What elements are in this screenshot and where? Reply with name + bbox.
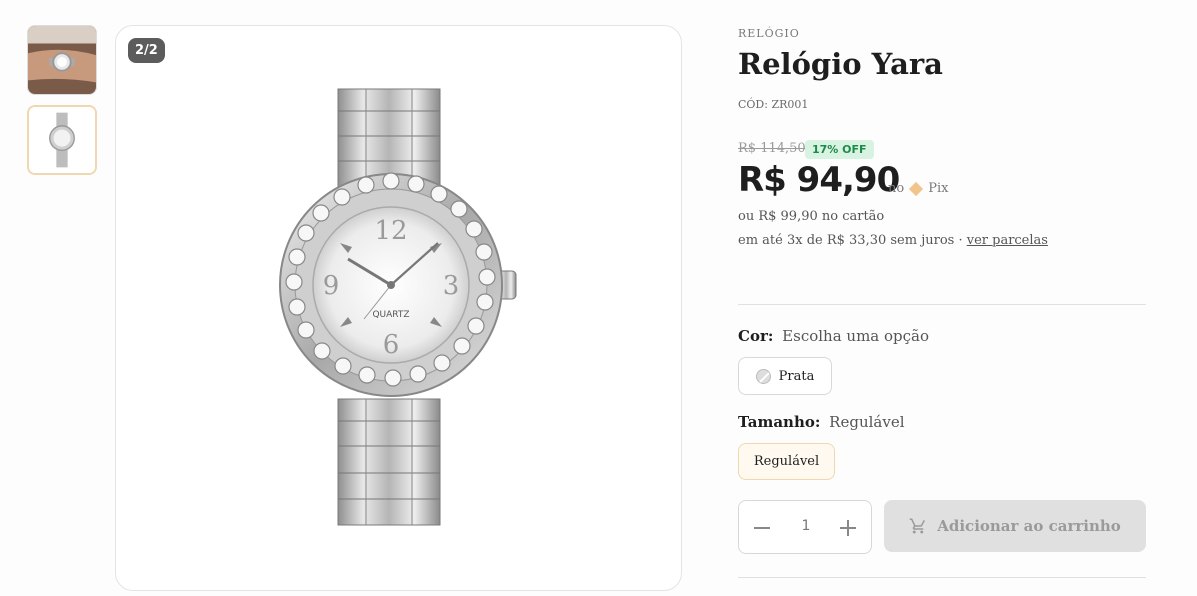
dial-numeral-3: 3 <box>443 271 460 301</box>
pix-text: Pix <box>928 181 949 196</box>
product-sku: CÓD: ZR001 <box>738 98 809 111</box>
divider <box>738 304 1146 305</box>
watch-image: 12 3 6 9 QUARTZ <box>279 88 517 526</box>
thumbnail-front[interactable] <box>27 105 97 175</box>
size-label: Tamanho: <box>738 413 821 431</box>
quantity-stepper: 1 <box>738 500 872 554</box>
add-to-cart-label: Adicionar ao carrinho <box>937 517 1121 535</box>
cart-icon <box>909 518 926 534</box>
main-product-image[interactable]: 2/2 12 3 6 9 QUARTZ <box>115 25 682 591</box>
pix-prefix: no <box>888 181 905 196</box>
discount-badge: 17% OFF <box>805 140 874 159</box>
color-label: Cor: <box>738 327 774 345</box>
image-counter: 2/2 <box>128 38 165 63</box>
divider <box>738 577 1146 578</box>
size-choice-label: Regulável <box>753 454 820 469</box>
product-title: Relógio Yara <box>738 47 943 81</box>
dial-brand-text: QUARTZ <box>372 310 409 320</box>
product-category: RELÓGIO <box>738 27 800 40</box>
dial-numeral-9: 9 <box>323 271 340 301</box>
color-choice-label: Prata <box>778 368 815 384</box>
card-price: ou R$ 99,90 no cartão <box>738 209 885 224</box>
wrist-watch-image <box>28 26 96 94</box>
minus-icon[interactable] <box>752 518 772 538</box>
color-option-label: Cor: Escolha uma opção <box>738 327 929 345</box>
view-installments-link[interactable]: ver parcelas <box>967 233 1048 248</box>
size-choice-regulavel[interactable]: Regulável <box>738 443 835 480</box>
old-price: R$ 114,50 <box>738 141 806 156</box>
watch-front-image <box>29 107 95 173</box>
size-option-label: Tamanho: Regulável <box>738 413 905 431</box>
color-value: Escolha uma opção <box>782 327 930 345</box>
thumbnail-wrist[interactable] <box>27 25 97 95</box>
dial-numeral-12: 12 <box>374 216 407 246</box>
quantity-value[interactable]: 1 <box>794 518 818 534</box>
add-to-cart-button[interactable]: Adicionar ao carrinho <box>884 500 1146 552</box>
size-value: Regulável <box>829 413 905 431</box>
pix-icon <box>909 181 924 196</box>
plus-icon[interactable] <box>838 518 858 538</box>
current-price: R$ 94,90 <box>738 160 900 200</box>
color-choice-prata[interactable]: Prata <box>738 357 832 395</box>
installments-text: em até 3x de R$ 33,30 sem juros · <box>738 233 963 248</box>
dial-numeral-6: 6 <box>383 330 400 360</box>
silver-swatch-icon <box>755 368 771 384</box>
pix-label: no Pix <box>888 181 948 196</box>
installments: em até 3x de R$ 33,30 sem juros · ver pa… <box>738 233 1048 248</box>
